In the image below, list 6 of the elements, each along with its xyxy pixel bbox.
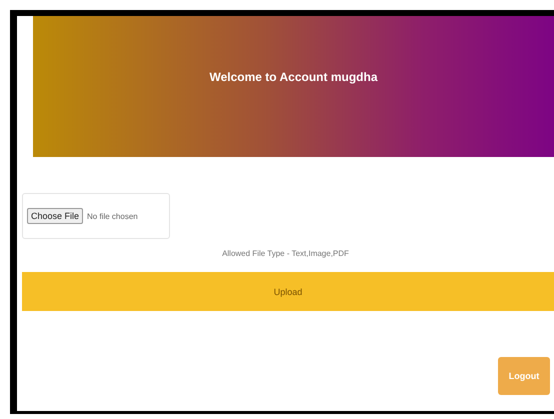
file-input[interactable]: Choose File No file chosen <box>22 193 170 239</box>
upload-button[interactable]: Upload <box>22 272 554 311</box>
welcome-title: Welcome to Account mugdha <box>209 70 378 84</box>
file-status-text: No file chosen <box>87 212 138 220</box>
allowed-types-text: Allowed File Type - Text,Image,PDF <box>221 249 350 258</box>
choose-file-button[interactable]: Choose File <box>27 208 84 224</box>
